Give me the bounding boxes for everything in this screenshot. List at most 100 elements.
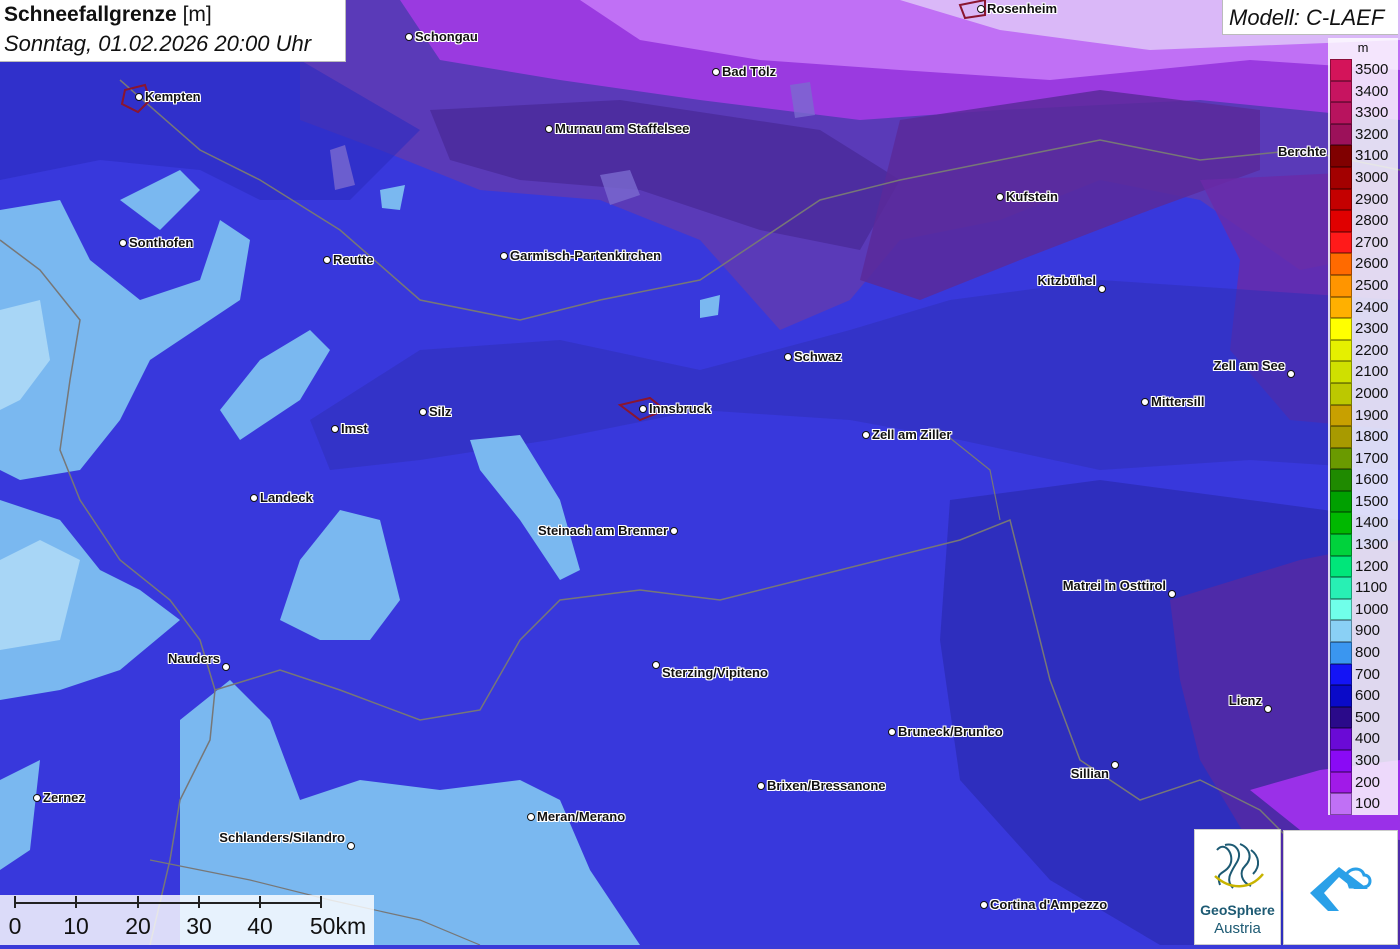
legend-swatch — [1330, 728, 1352, 750]
city-dot-icon — [500, 252, 508, 260]
legend-swatch — [1330, 706, 1352, 729]
legend-label: 1100 — [1355, 579, 1388, 597]
legend-row: 300 — [1328, 750, 1398, 772]
city-dot-icon — [1098, 285, 1106, 293]
legend-row: 2900 — [1328, 188, 1398, 211]
legend-swatch — [1330, 469, 1352, 491]
legend-swatch — [1330, 382, 1352, 405]
legend-row: 3400 — [1328, 80, 1398, 103]
scale-label: 20 — [125, 913, 151, 939]
legend-swatch — [1330, 642, 1352, 664]
legend-row: 1200 — [1328, 555, 1398, 578]
city-label: Lienz — [1228, 693, 1262, 708]
legend-label: 2800 — [1355, 212, 1389, 230]
legend-label: 2000 — [1355, 384, 1389, 402]
scale-label: 0 — [8, 913, 22, 939]
city-label: Bruneck/Brunico — [898, 724, 1003, 739]
legend-label: 200 — [1355, 773, 1381, 791]
city-label: Landeck — [260, 490, 313, 505]
title-panel: Schneefallgrenze [m] Sonntag, 01.02.2026… — [0, 0, 346, 62]
city-label: Zernez — [43, 790, 85, 805]
scale-tick — [137, 896, 139, 908]
logo-sub: Austria — [1214, 920, 1261, 937]
legend-label: 900 — [1355, 622, 1381, 640]
legend-row: 3200 — [1328, 123, 1398, 146]
legend-label: 2100 — [1355, 363, 1389, 381]
legend-label: 3300 — [1355, 104, 1389, 122]
legend-swatch — [1330, 188, 1352, 211]
city-dot-icon — [250, 494, 258, 502]
legend-swatch — [1330, 426, 1352, 448]
map-title: Schneefallgrenze [m] — [4, 3, 212, 27]
legend-swatch — [1330, 598, 1352, 621]
city-label: Brixen/Bressanone — [767, 778, 886, 793]
city-dot-icon — [652, 661, 660, 669]
city-label: Rosenheim — [987, 1, 1058, 16]
model-panel: Modell: C-LAEF — [1222, 0, 1398, 35]
city-label: Garmisch-Partenkirchen — [510, 248, 662, 263]
snowline-map[interactable] — [0, 0, 1400, 945]
city-dot-icon — [639, 405, 647, 413]
legend-swatch — [1330, 404, 1352, 427]
legend-label: 2400 — [1355, 298, 1389, 316]
legend-label: 100 — [1355, 795, 1381, 813]
legend-swatch — [1330, 534, 1352, 556]
city-label: Kufstein — [1006, 189, 1058, 204]
geosphere-logo[interactable]: GeoSphere Austria — [1194, 829, 1281, 945]
legend-row: 200 — [1328, 771, 1398, 794]
legend-swatch — [1330, 123, 1352, 146]
city-dot-icon — [996, 193, 1004, 201]
logo-name: GeoSphere — [1200, 902, 1275, 918]
legend-label: 3400 — [1355, 82, 1389, 100]
legend-row: 500 — [1328, 706, 1398, 729]
city-dot-icon — [1264, 705, 1272, 713]
legend-label: 400 — [1355, 730, 1381, 748]
legend-swatch — [1330, 253, 1352, 275]
title-parameter: Schneefallgrenze — [4, 3, 177, 26]
legend-row: 1700 — [1328, 447, 1398, 470]
city-dot-icon — [527, 813, 535, 821]
legend-label: 1800 — [1355, 428, 1389, 446]
city-dot-icon — [419, 408, 427, 416]
city-dot-icon — [888, 728, 896, 736]
legend-row: 1100 — [1328, 577, 1398, 599]
legend-label: 1000 — [1355, 600, 1389, 618]
legend-swatch — [1330, 166, 1352, 189]
legend-label: 3500 — [1355, 61, 1389, 78]
legend-swatch — [1330, 59, 1352, 81]
scale-tick — [320, 896, 322, 908]
city-label: Bad Tölz — [722, 64, 777, 79]
scale-line — [14, 902, 321, 904]
legend-swatch — [1330, 274, 1352, 297]
legend-label: 1900 — [1355, 406, 1389, 424]
legend-row: 1400 — [1328, 512, 1398, 535]
weather-app-icon — [1310, 867, 1372, 911]
model-label: Modell: C-LAEF — [1229, 5, 1385, 30]
city-dot-icon — [405, 33, 413, 41]
city-dot-icon — [347, 842, 355, 850]
legend-label: 2300 — [1355, 320, 1389, 338]
city-dot-icon — [977, 5, 985, 13]
legend-label: 500 — [1355, 708, 1381, 726]
city-dot-icon — [135, 93, 143, 101]
legend-row: 1600 — [1328, 469, 1398, 491]
city-dot-icon — [784, 353, 792, 361]
city-dot-icon — [1287, 370, 1295, 378]
app-logo[interactable] — [1283, 830, 1398, 945]
city-label: Schwaz — [794, 349, 842, 364]
city-label: Sterzing/Vipiteno — [662, 665, 768, 680]
legend-swatch — [1330, 663, 1352, 686]
city-dot-icon — [1141, 398, 1149, 406]
legend-row: 2600 — [1328, 253, 1398, 275]
legend-label: 1200 — [1355, 557, 1389, 575]
scale-label: 40 — [247, 913, 273, 939]
city-dot-icon — [670, 527, 678, 535]
city-label: Silz — [429, 404, 452, 419]
geosphere-emblem-icon — [1214, 843, 1264, 889]
legend-row: 600 — [1328, 685, 1398, 707]
scale-bar: 0 10 20 30 40 50km — [0, 895, 374, 945]
city-label: Kempten — [145, 89, 201, 104]
legend-label: 3000 — [1355, 168, 1389, 186]
legend-row: 800 — [1328, 642, 1398, 664]
legend-row: 1900 — [1328, 404, 1398, 427]
